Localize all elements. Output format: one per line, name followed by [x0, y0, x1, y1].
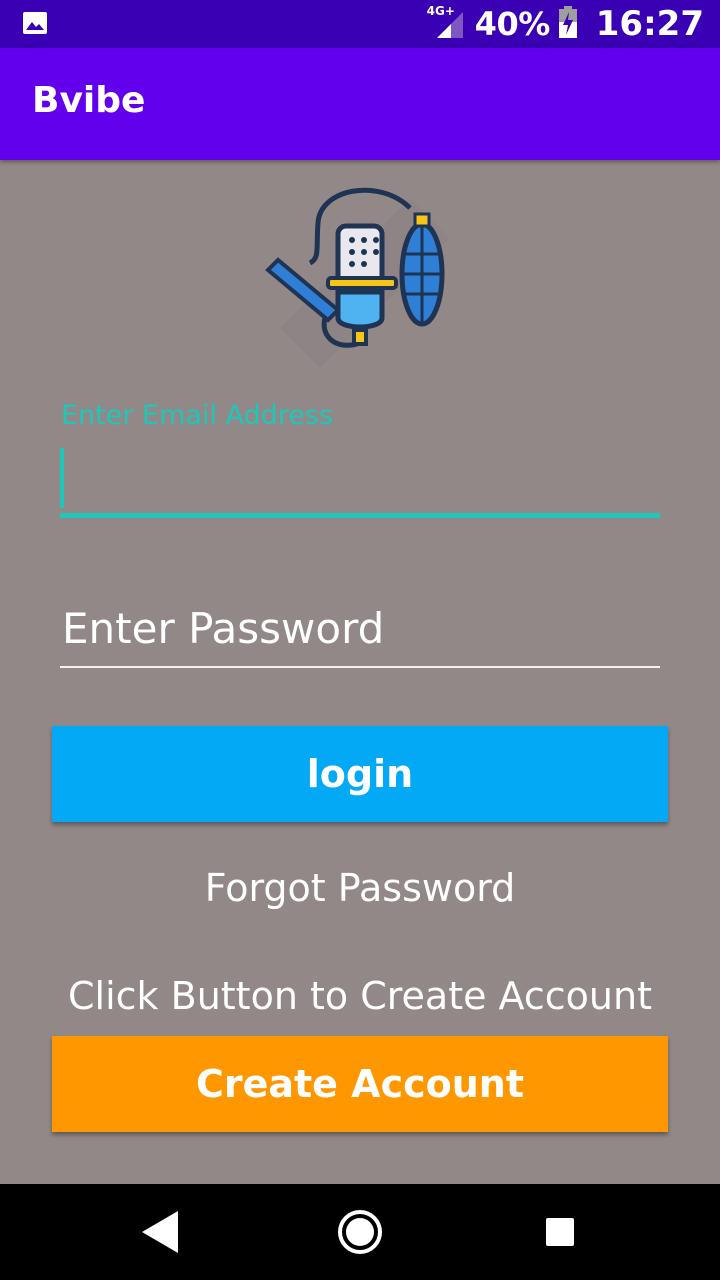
password-placeholder: Enter Password	[62, 604, 385, 653]
create-account-hint: Click Button to Create Account	[68, 974, 652, 1018]
gallery-icon	[22, 11, 48, 35]
email-label: Enter Email Address	[61, 400, 334, 431]
login-button[interactable]: login	[52, 726, 668, 822]
signal-icon: 4G+	[427, 4, 467, 42]
email-field[interactable]	[60, 440, 660, 518]
podcast-microphone-icon	[260, 178, 460, 378]
app-bar: Bvibe	[0, 48, 720, 160]
back-icon[interactable]	[112, 1184, 208, 1280]
battery-percent: 40%	[474, 5, 551, 43]
app-title: Bvibe	[32, 80, 146, 121]
navigation-bar	[0, 1184, 720, 1280]
forgot-password-link[interactable]: Forgot Password	[0, 866, 720, 910]
create-account-button[interactable]: Create Account	[52, 1036, 668, 1132]
clock: 16:27	[595, 4, 704, 44]
battery-charging-icon	[558, 6, 578, 42]
password-field[interactable]: Enter Password	[60, 596, 660, 668]
home-icon[interactable]	[312, 1184, 408, 1280]
text-caret	[60, 448, 64, 508]
status-bar: 4G+ 40% 16:27	[0, 0, 720, 48]
recents-icon[interactable]	[512, 1184, 608, 1280]
